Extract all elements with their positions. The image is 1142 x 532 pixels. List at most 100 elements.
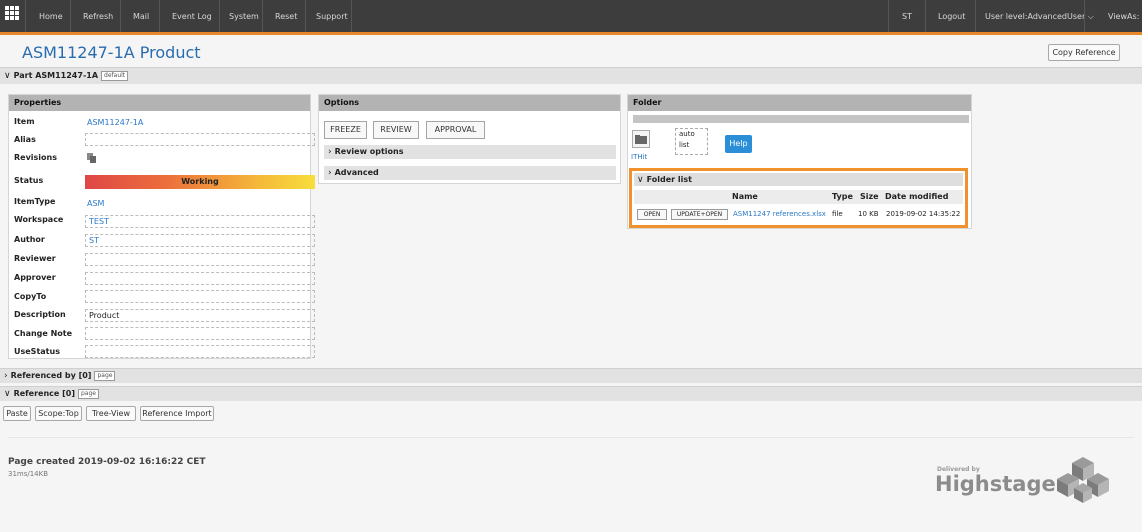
copyto-label: CopyTo	[14, 292, 47, 301]
revisions-label: Revisions	[14, 153, 57, 162]
chevron-down-icon: ∨	[4, 389, 11, 399]
nav-divider	[159, 0, 160, 32]
changenote-label: Change Note	[14, 329, 73, 338]
options-header: Options	[319, 95, 620, 111]
file-name-link[interactable]: ASM11247 references.xlsx	[733, 210, 826, 218]
review-options-label: Review options	[334, 147, 404, 156]
alias-field[interactable]	[85, 133, 315, 146]
freeze-button[interactable]: FREEZE	[324, 121, 367, 139]
nav-divider	[975, 0, 976, 32]
reference-import-button[interactable]: Reference Import	[140, 406, 214, 421]
col-size[interactable]: Size	[860, 192, 879, 201]
brand-name[interactable]: Highstage	[935, 472, 1056, 496]
usestatus-label: UseStatus	[14, 347, 60, 356]
options-panel: Options FREEZE REVIEW APPROVAL › Review o…	[318, 94, 621, 184]
part-section-header[interactable]: ∨ Part ASM11247-1A default	[0, 67, 1142, 84]
approval-button[interactable]: APPROVAL	[426, 121, 485, 139]
status-label: Status	[14, 176, 44, 185]
nav-view-as[interactable]: ViewAs:	[1108, 12, 1139, 21]
referenced-by-section-header[interactable]: › Referenced by [0] page	[0, 368, 1142, 383]
nav-divider	[888, 0, 889, 32]
reference-section-header[interactable]: ∨ Reference [0] page	[0, 386, 1142, 401]
tree-view-button[interactable]: Tree-View	[86, 406, 136, 421]
nav-divider	[1084, 0, 1085, 32]
page-title: ASM11247-1A Product	[22, 43, 201, 62]
col-date-modified[interactable]: Date modified	[885, 192, 948, 201]
reviewer-field[interactable]	[85, 253, 315, 266]
chevron-down-icon: ∨	[4, 71, 11, 81]
file-date: 2019-09-02 14:35:22	[886, 210, 961, 218]
scope-top-button[interactable]: Scope:Top	[35, 406, 82, 421]
help-button[interactable]: Help	[725, 135, 752, 153]
copy-reference-button[interactable]: Copy Reference	[1048, 44, 1120, 61]
folder-path-bar	[633, 115, 969, 123]
copyto-field[interactable]	[85, 290, 315, 303]
nav-reset[interactable]: Reset	[275, 12, 297, 21]
referenced-by-tag[interactable]: page	[94, 371, 116, 381]
review-button[interactable]: REVIEW	[373, 121, 419, 139]
folder-panel: Folder ITHit auto list Help ∨ Folder list…	[627, 94, 972, 229]
col-type[interactable]: Type	[832, 192, 853, 201]
nav-mail[interactable]: Mail	[133, 12, 149, 21]
description-field[interactable]: Product	[85, 309, 315, 322]
update-open-button[interactable]: UPDATE+OPEN	[671, 209, 728, 220]
part-section-title: Part ASM11247-1A	[13, 71, 99, 80]
reference-title: Reference [0]	[13, 389, 75, 398]
itemtype-label: ItemType	[14, 197, 56, 206]
part-tag[interactable]: default	[101, 71, 129, 81]
approver-field[interactable]	[85, 272, 315, 285]
nav-system[interactable]: System	[229, 12, 259, 21]
nav-divider	[120, 0, 121, 32]
reference-tag[interactable]: page	[77, 389, 99, 399]
folder-list-header[interactable]: ∨ Folder list	[634, 173, 963, 186]
nav-support[interactable]: Support	[316, 12, 348, 21]
paste-button[interactable]: Paste	[3, 406, 31, 421]
nav-divider	[25, 0, 26, 32]
chevron-right-icon: ›	[328, 147, 332, 157]
chevron-right-icon: ›	[4, 371, 8, 381]
review-options-toggle[interactable]: › Review options	[324, 145, 616, 159]
nav-divider	[262, 0, 263, 32]
open-button[interactable]: OPEN	[637, 209, 667, 220]
footer-divider	[8, 437, 1134, 438]
itemtype-value-link[interactable]: ASM	[87, 199, 104, 208]
nav-home[interactable]: Home	[39, 12, 63, 21]
ithit-link[interactable]: ITHit	[631, 153, 647, 161]
nav-logout[interactable]: Logout	[938, 12, 965, 21]
grid-menu-icon[interactable]	[5, 6, 19, 20]
workspace-field[interactable]: TEST	[85, 215, 315, 228]
properties-header: Properties	[9, 95, 310, 111]
nav-user[interactable]: ST	[902, 12, 912, 21]
advanced-toggle[interactable]: › Advanced	[324, 166, 616, 180]
status-bar: Working	[85, 175, 315, 189]
nav-event-log[interactable]: Event Log	[172, 12, 212, 21]
page-created-text: Page created 2019-09-02 16:16:22 CET	[8, 457, 206, 467]
user-level-label: User level:AdvancedUser	[985, 12, 1086, 21]
file-size: 10 KB	[858, 210, 879, 218]
chevron-right-icon: ›	[328, 168, 332, 178]
nav-divider	[219, 0, 220, 32]
nav-user-level[interactable]: User level:AdvancedUser ⌵	[985, 12, 1094, 22]
mode-option-list: list	[679, 141, 690, 149]
workspace-label: Workspace	[14, 215, 64, 224]
highstage-cube-logo	[1052, 455, 1114, 505]
nav-refresh[interactable]: Refresh	[83, 12, 113, 21]
changenote-field[interactable]	[85, 327, 315, 340]
col-name[interactable]: Name	[732, 192, 758, 201]
folder-mode-select[interactable]: auto list	[675, 128, 708, 155]
author-label: Author	[14, 235, 45, 244]
description-label: Description	[14, 310, 66, 319]
folder-header: Folder	[628, 95, 971, 111]
mode-option-auto: auto	[679, 130, 695, 138]
revisions-icon[interactable]	[87, 153, 98, 163]
reviewer-label: Reviewer	[14, 254, 56, 263]
nav-divider	[305, 0, 306, 32]
approver-label: Approver	[14, 273, 56, 282]
author-field[interactable]: ST	[85, 234, 315, 247]
item-value-link[interactable]: ASM11247-1A	[87, 118, 143, 127]
usestatus-field[interactable]	[85, 345, 315, 358]
folder-list-title: Folder list	[646, 175, 692, 184]
folder-icon[interactable]	[632, 130, 650, 148]
referenced-by-title: Referenced by [0]	[10, 371, 92, 380]
item-label: Item	[14, 117, 35, 126]
